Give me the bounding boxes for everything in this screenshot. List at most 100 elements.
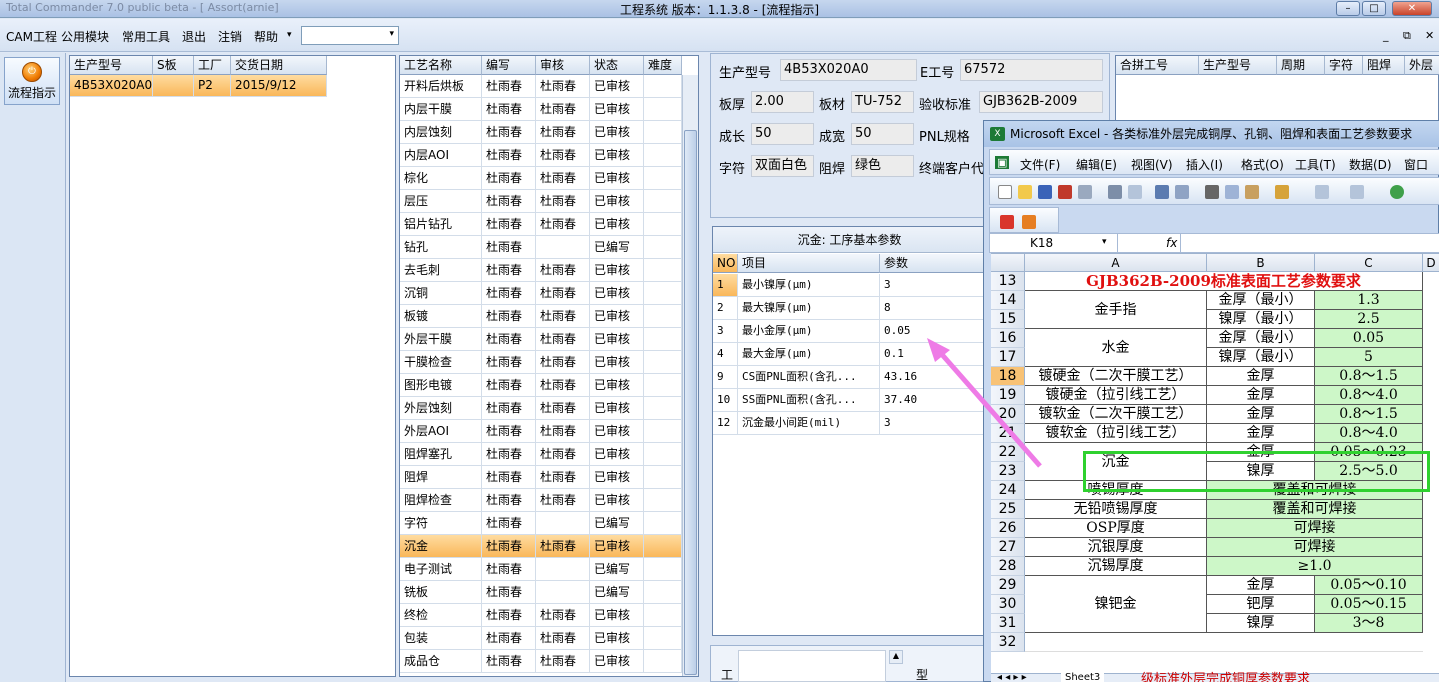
process-col-header[interactable]: 工艺名称 — [400, 56, 482, 75]
process-difficulty-cell[interactable] — [644, 259, 682, 282]
row-header[interactable]: 26 — [991, 519, 1025, 538]
process-cell[interactable]: 杜雨春 — [536, 397, 590, 420]
process-cell[interactable]: 已审核 — [590, 305, 644, 328]
process-cell[interactable]: 已审核 — [590, 535, 644, 558]
process-cell[interactable]: 字符 — [400, 512, 482, 535]
process-difficulty-cell[interactable] — [644, 213, 682, 236]
process-cell[interactable]: 内层AOI — [400, 144, 482, 167]
process-cell[interactable]: 杜雨春 — [536, 259, 590, 282]
process-cell[interactable]: 杜雨春 — [482, 604, 536, 627]
process-cell[interactable] — [536, 512, 590, 535]
process-cell[interactable]: 成品仓 — [400, 650, 482, 673]
sheet-cell[interactable]: 金手指 — [1025, 291, 1207, 329]
process-cell[interactable]: 已编写 — [590, 558, 644, 581]
excel-menu-edit[interactable]: 编辑(E) — [1076, 156, 1117, 173]
sheet-cell[interactable]: 水金 — [1025, 329, 1207, 367]
spelling-icon[interactable] — [1155, 185, 1169, 199]
process-cell[interactable]: 图形电镀 — [400, 374, 482, 397]
process-cell[interactable]: 阻焊塞孔 — [400, 443, 482, 466]
process-cell[interactable]: 已审核 — [590, 167, 644, 190]
orders-cell[interactable]: 4B53X020A0 — [70, 75, 153, 97]
scrollbar-thumb[interactable] — [684, 130, 697, 675]
process-cell[interactable]: 已编写 — [590, 512, 644, 535]
process-cell[interactable]: 杜雨春 — [482, 558, 536, 581]
process-cell[interactable]: 杜雨春 — [536, 489, 590, 512]
process-cell[interactable]: 铝片钻孔 — [400, 213, 482, 236]
column-header[interactable]: B — [1207, 254, 1315, 272]
new-icon[interactable] — [998, 185, 1012, 199]
menu-exit[interactable]: 退出 — [182, 28, 206, 45]
process-difficulty-cell[interactable] — [644, 374, 682, 397]
empty-row[interactable] — [1025, 633, 1423, 652]
sheet-cell[interactable]: 镀硬金（拉引线工艺） — [1025, 386, 1207, 405]
row-header[interactable]: 19 — [991, 386, 1025, 405]
process-cell[interactable]: 已审核 — [590, 397, 644, 420]
process-cell[interactable]: 杜雨春 — [536, 650, 590, 673]
process-cell[interactable]: 杜雨春 — [482, 535, 536, 558]
thickness-field[interactable]: 2.00 — [751, 91, 814, 113]
process-cell[interactable]: 已编写 — [590, 236, 644, 259]
process-difficulty-cell[interactable] — [644, 627, 682, 650]
merge-col-header[interactable]: 阻焊 — [1363, 56, 1405, 75]
process-cell[interactable]: 已审核 — [590, 443, 644, 466]
pdf-icon[interactable] — [1000, 215, 1014, 229]
pdf-settings-icon[interactable] — [1022, 215, 1036, 229]
process-cell[interactable]: 杜雨春 — [536, 213, 590, 236]
process-cell[interactable]: 杜雨春 — [482, 489, 536, 512]
process-cell[interactable]: 杜雨春 — [536, 328, 590, 351]
process-difficulty-cell[interactable] — [644, 489, 682, 512]
cut-icon[interactable] — [1205, 185, 1219, 199]
process-cell[interactable]: 杜雨春 — [482, 397, 536, 420]
row-header[interactable]: 31 — [991, 614, 1025, 633]
length-field[interactable]: 50 — [751, 123, 814, 145]
name-box[interactable]: K18 — [990, 234, 1118, 252]
process-cell[interactable]: 杜雨春 — [536, 190, 590, 213]
process-cell[interactable]: 去毛刺 — [400, 259, 482, 282]
mask-field[interactable]: 绿色 — [851, 155, 914, 177]
orders-cell[interactable]: 2015/9/12 — [231, 75, 327, 97]
process-scrollbar[interactable] — [682, 75, 698, 676]
copy-icon[interactable] — [1225, 185, 1239, 199]
process-cell[interactable]: 阻焊检查 — [400, 489, 482, 512]
process-cell[interactable]: 已审核 — [590, 213, 644, 236]
column-header[interactable]: A — [1025, 254, 1207, 272]
process-cell[interactable]: 已审核 — [590, 121, 644, 144]
print-icon[interactable] — [1108, 185, 1122, 199]
save-icon[interactable] — [1038, 185, 1052, 199]
sheet-cell[interactable]: 可焊接 — [1207, 538, 1423, 557]
process-cell[interactable]: 层压 — [400, 190, 482, 213]
process-cell[interactable]: 杜雨春 — [482, 328, 536, 351]
row-header[interactable]: 17 — [991, 348, 1025, 367]
excel-menu-file[interactable]: 文件(F) — [1020, 156, 1060, 173]
minimize-button[interactable]: – — [1336, 1, 1360, 16]
process-cell[interactable]: 杜雨春 — [536, 305, 590, 328]
process-cell[interactable]: 杜雨春 — [482, 466, 536, 489]
process-cell[interactable]: 杜雨春 — [536, 121, 590, 144]
help-dropdown-icon[interactable]: ▾ — [287, 30, 292, 40]
orders-cell[interactable] — [153, 75, 194, 97]
process-cell[interactable]: 杜雨春 — [482, 213, 536, 236]
process-cell[interactable]: 杜雨春 — [536, 144, 590, 167]
process-difficulty-cell[interactable] — [644, 75, 682, 98]
process-cell[interactable]: 已编写 — [590, 581, 644, 604]
process-cell[interactable] — [536, 236, 590, 259]
sheet-cell[interactable]: 覆盖和可焊接 — [1207, 500, 1423, 519]
sheet-cell[interactable]: 金厚 — [1207, 367, 1315, 386]
sheet-cell[interactable]: 0.05 — [1315, 329, 1423, 348]
menu-common-modules[interactable]: 公用模块 — [61, 28, 109, 45]
undo-icon[interactable] — [1315, 185, 1329, 199]
print-preview-icon[interactable] — [1078, 185, 1092, 199]
process-cell[interactable]: 杜雨春 — [536, 420, 590, 443]
process-cell[interactable]: 杜雨春 — [482, 443, 536, 466]
process-cell[interactable]: 电子测试 — [400, 558, 482, 581]
merge-col-header[interactable]: 外层 — [1405, 56, 1439, 75]
merge-col-header[interactable]: 合拼工号 — [1116, 56, 1199, 75]
row-header[interactable]: 30 — [991, 595, 1025, 614]
eno-field[interactable]: 67572 — [960, 59, 1103, 81]
orders-col-header[interactable]: 生产型号 — [70, 56, 153, 75]
row-header[interactable]: 18 — [991, 367, 1025, 386]
sheet-cell[interactable]: 沉锡厚度 — [1025, 557, 1207, 576]
orders-cell[interactable]: P2 — [194, 75, 231, 97]
row-header[interactable]: 32 — [991, 633, 1025, 652]
sheet-cell[interactable]: 沉银厚度 — [1025, 538, 1207, 557]
